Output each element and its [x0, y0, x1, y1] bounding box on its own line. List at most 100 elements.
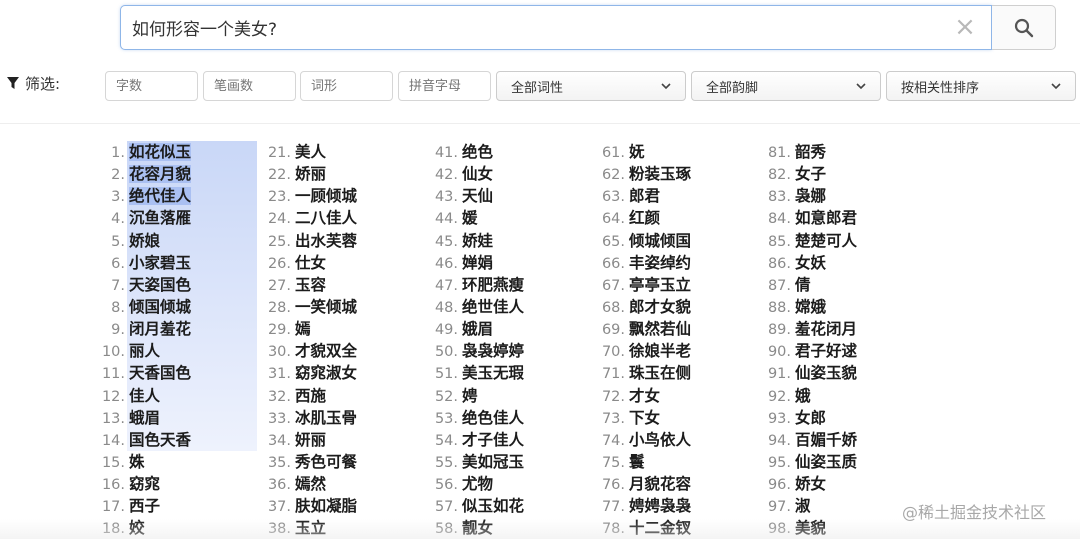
result-item[interactable]: 63. 郎君 [594, 185, 691, 207]
result-item[interactable]: 12. 佳人 [95, 385, 191, 407]
result-item[interactable]: 90. 君子好逑 [760, 340, 857, 362]
result-item[interactable]: 69. 飘然若仙 [594, 318, 691, 340]
result-item[interactable]: 88. 嫦娥 [760, 296, 857, 318]
search-button[interactable] [992, 5, 1056, 50]
result-item[interactable]: 34. 妍丽 [260, 429, 357, 451]
result-item[interactable]: 65. 倾城倾国 [594, 230, 691, 252]
result-item[interactable]: 82. 女子 [760, 163, 857, 185]
result-item[interactable]: 27. 玉容 [260, 274, 357, 296]
result-item[interactable]: 53. 绝色佳人 [427, 407, 524, 429]
clear-icon[interactable]: × [953, 14, 977, 40]
result-item[interactable]: 21. 美人 [260, 141, 357, 163]
result-item[interactable]: 45. 娇娃 [427, 230, 524, 252]
result-item[interactable]: 91. 仙姿玉貌 [760, 362, 857, 384]
result-item[interactable]: 47. 环肥燕瘦 [427, 274, 524, 296]
result-item[interactable]: 81. 韶秀 [760, 141, 857, 163]
result-item[interactable]: 38. 玉立 [260, 517, 357, 539]
result-item[interactable]: 77. 娉娉袅袅 [594, 495, 691, 517]
result-item[interactable]: 74. 小鸟依人 [594, 429, 691, 451]
result-item[interactable]: 70. 徐娘半老 [594, 340, 691, 362]
result-item[interactable]: 23. 一顾倾城 [260, 185, 357, 207]
rhyme-select[interactable]: 全部韵脚 [691, 71, 881, 101]
result-item[interactable]: 76. 月貌花容 [594, 473, 691, 495]
zishu-input[interactable] [105, 71, 198, 101]
result-item[interactable]: 51. 美玉无瑕 [427, 362, 524, 384]
sort-select[interactable]: 按相关性排序 [886, 71, 1076, 101]
result-item[interactable]: 78. 十二金钗 [594, 517, 691, 539]
result-item[interactable]: 15. 姝 [95, 451, 191, 473]
result-item[interactable]: 7. 天姿国色 [95, 274, 191, 296]
result-item[interactable]: 71. 珠玉在侧 [594, 362, 691, 384]
result-item[interactable]: 68. 郎才女貌 [594, 296, 691, 318]
result-item[interactable]: 44. 媛 [427, 207, 524, 229]
result-item[interactable]: 87. 倩 [760, 274, 857, 296]
result-item[interactable]: 67. 亭亭玉立 [594, 274, 691, 296]
result-item[interactable]: 4. 沉鱼落雁 [95, 207, 191, 229]
result-item[interactable]: 58. 靓女 [427, 517, 524, 539]
result-item[interactable]: 96. 娇女 [760, 473, 857, 495]
result-item[interactable]: 43. 天仙 [427, 185, 524, 207]
result-item[interactable]: 48. 绝世佳人 [427, 296, 524, 318]
result-item[interactable]: 31. 窈窕淑女 [260, 362, 357, 384]
result-item[interactable]: 16. 窈窕 [95, 473, 191, 495]
result-item[interactable]: 57. 似玉如花 [427, 495, 524, 517]
result-item[interactable]: 3. 绝代佳人 [95, 185, 192, 207]
result-item[interactable]: 25. 出水芙蓉 [260, 230, 357, 252]
result-item[interactable]: 54. 才子佳人 [427, 429, 524, 451]
cixing-input[interactable] [300, 71, 393, 101]
result-item[interactable]: 95. 仙姿玉质 [760, 451, 857, 473]
result-item[interactable]: 73. 下女 [594, 407, 691, 429]
pinyin-input[interactable] [398, 71, 491, 101]
result-item[interactable]: 14. 国色天香 [95, 429, 191, 451]
result-item[interactable]: 35. 秀色可餐 [260, 451, 357, 473]
result-item[interactable]: 72. 才女 [594, 385, 691, 407]
result-item[interactable]: 93. 女郎 [760, 407, 857, 429]
result-item[interactable]: 17. 西子 [95, 495, 191, 517]
result-item[interactable]: 97. 淑 [760, 495, 857, 517]
result-item[interactable]: 86. 女妖 [760, 252, 857, 274]
result-item[interactable]: 22. 娇丽 [260, 163, 357, 185]
result-item[interactable]: 56. 尤物 [427, 473, 524, 495]
result-item[interactable]: 18. 姣 [95, 517, 191, 539]
result-item[interactable]: 13. 蛾眉 [95, 407, 191, 429]
result-item[interactable]: 66. 丰姿绰约 [594, 252, 691, 274]
result-item[interactable]: 61. 妩 [594, 141, 691, 163]
result-item[interactable]: 11. 天香国色 [95, 362, 191, 384]
pos-select[interactable]: 全部词性 [496, 71, 686, 101]
result-item[interactable]: 85. 楚楚可人 [760, 230, 857, 252]
result-item[interactable]: 37. 肤如凝脂 [260, 495, 357, 517]
bihua-input[interactable] [203, 71, 296, 101]
result-item[interactable]: 26. 仕女 [260, 252, 357, 274]
result-item[interactable]: 92. 娥 [760, 385, 857, 407]
result-item[interactable]: 32. 西施 [260, 385, 357, 407]
result-item[interactable]: 8. 倾国倾城 [95, 296, 191, 318]
result-item[interactable]: 6. 小家碧玉 [95, 252, 191, 274]
result-item[interactable]: 30. 才貌双全 [260, 340, 357, 362]
result-item[interactable]: 83. 袅娜 [760, 185, 857, 207]
result-item[interactable]: 55. 美如冠玉 [427, 451, 524, 473]
result-item[interactable]: 50. 袅袅婷婷 [427, 340, 524, 362]
result-item[interactable]: 84. 如意郎君 [760, 207, 857, 229]
result-item[interactable]: 64. 红颜 [594, 207, 691, 229]
result-item[interactable]: 75. 鬟 [594, 451, 691, 473]
result-item[interactable]: 28. 一笑倾城 [260, 296, 357, 318]
result-item[interactable]: 62. 粉装玉琢 [594, 163, 691, 185]
result-item[interactable]: 2. 花容月貌 [95, 163, 192, 185]
result-item[interactable]: 10. 丽人 [95, 340, 191, 362]
result-item[interactable]: 5. 娇娘 [95, 230, 191, 252]
result-item[interactable]: 24. 二八佳人 [260, 207, 357, 229]
result-item[interactable]: 52. 娉 [427, 385, 524, 407]
result-item[interactable]: 46. 婵娟 [427, 252, 524, 274]
result-item[interactable]: 41. 绝色 [427, 141, 524, 163]
result-item[interactable]: 49. 娥眉 [427, 318, 524, 340]
result-item[interactable]: 29. 嫣 [260, 318, 357, 340]
result-item[interactable]: 89. 羞花闭月 [760, 318, 857, 340]
result-item[interactable]: 33. 冰肌玉骨 [260, 407, 357, 429]
result-item[interactable]: 36. 嫣然 [260, 473, 357, 495]
result-item[interactable]: 1. 如花似玉 [95, 141, 192, 163]
result-item[interactable]: 98. 美貌 [760, 517, 857, 539]
search-input[interactable] [120, 5, 992, 50]
result-item[interactable]: 42. 仙女 [427, 163, 524, 185]
result-item[interactable]: 9. 闭月羞花 [95, 318, 191, 340]
result-item[interactable]: 94. 百媚千娇 [760, 429, 857, 451]
